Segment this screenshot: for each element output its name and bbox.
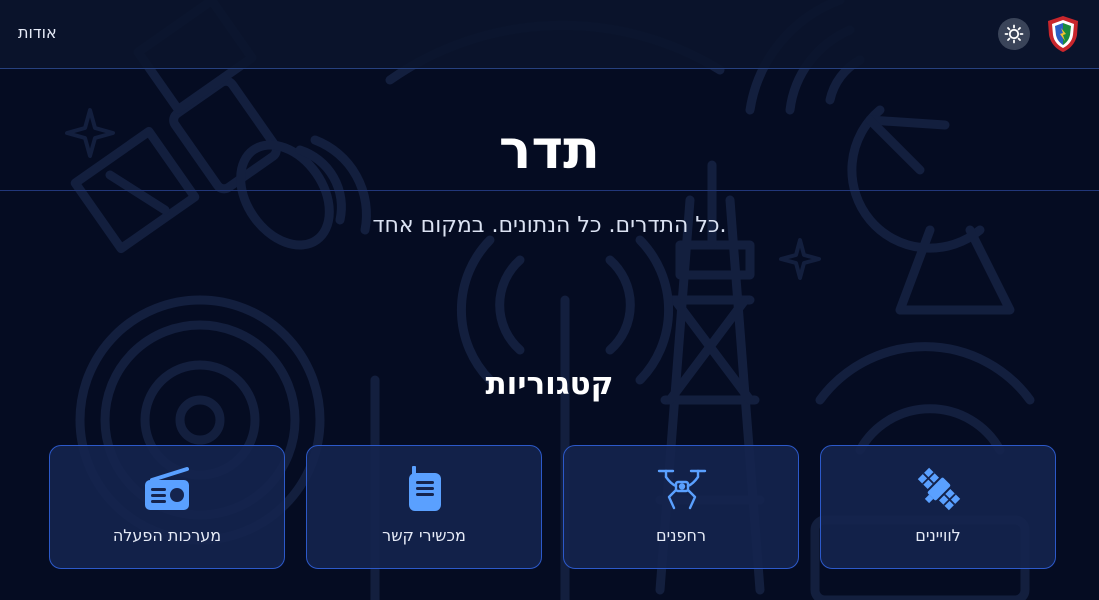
category-card-drones[interactable]: רחפנים	[563, 445, 799, 569]
walkie-talkie-icon	[409, 466, 441, 511]
category-label: לוויינים	[915, 526, 961, 545]
shield-logo-icon[interactable]	[1046, 15, 1080, 53]
page-title: תדר	[498, 118, 601, 181]
page-subtitle: כל התדרים. כל הנתונים. במקום אחד.	[372, 213, 727, 238]
radio-icon	[145, 467, 189, 510]
category-label: רחפנים	[655, 526, 707, 545]
categories-heading: קטגוריות	[485, 366, 614, 402]
about-link[interactable]: אודות	[18, 23, 57, 42]
category-label: מכשירי קשר	[382, 526, 466, 545]
drone-icon	[657, 469, 707, 510]
hero-divider	[0, 190, 1099, 191]
satellite-icon	[917, 467, 961, 511]
category-card-satellites[interactable]: לוויינים	[820, 445, 1056, 569]
page: אודות תדר כל התדרים. כל הנתונים. במקום א…	[0, 0, 1099, 600]
category-label: מערכות הפעלה	[112, 526, 222, 545]
top-navbar: אודות	[0, 0, 1099, 69]
sun-icon	[1004, 24, 1024, 44]
category-card-communication-devices[interactable]: מכשירי קשר	[306, 445, 542, 569]
category-card-operating-systems[interactable]: מערכות הפעלה	[49, 445, 285, 569]
theme-toggle-button[interactable]	[998, 18, 1030, 50]
